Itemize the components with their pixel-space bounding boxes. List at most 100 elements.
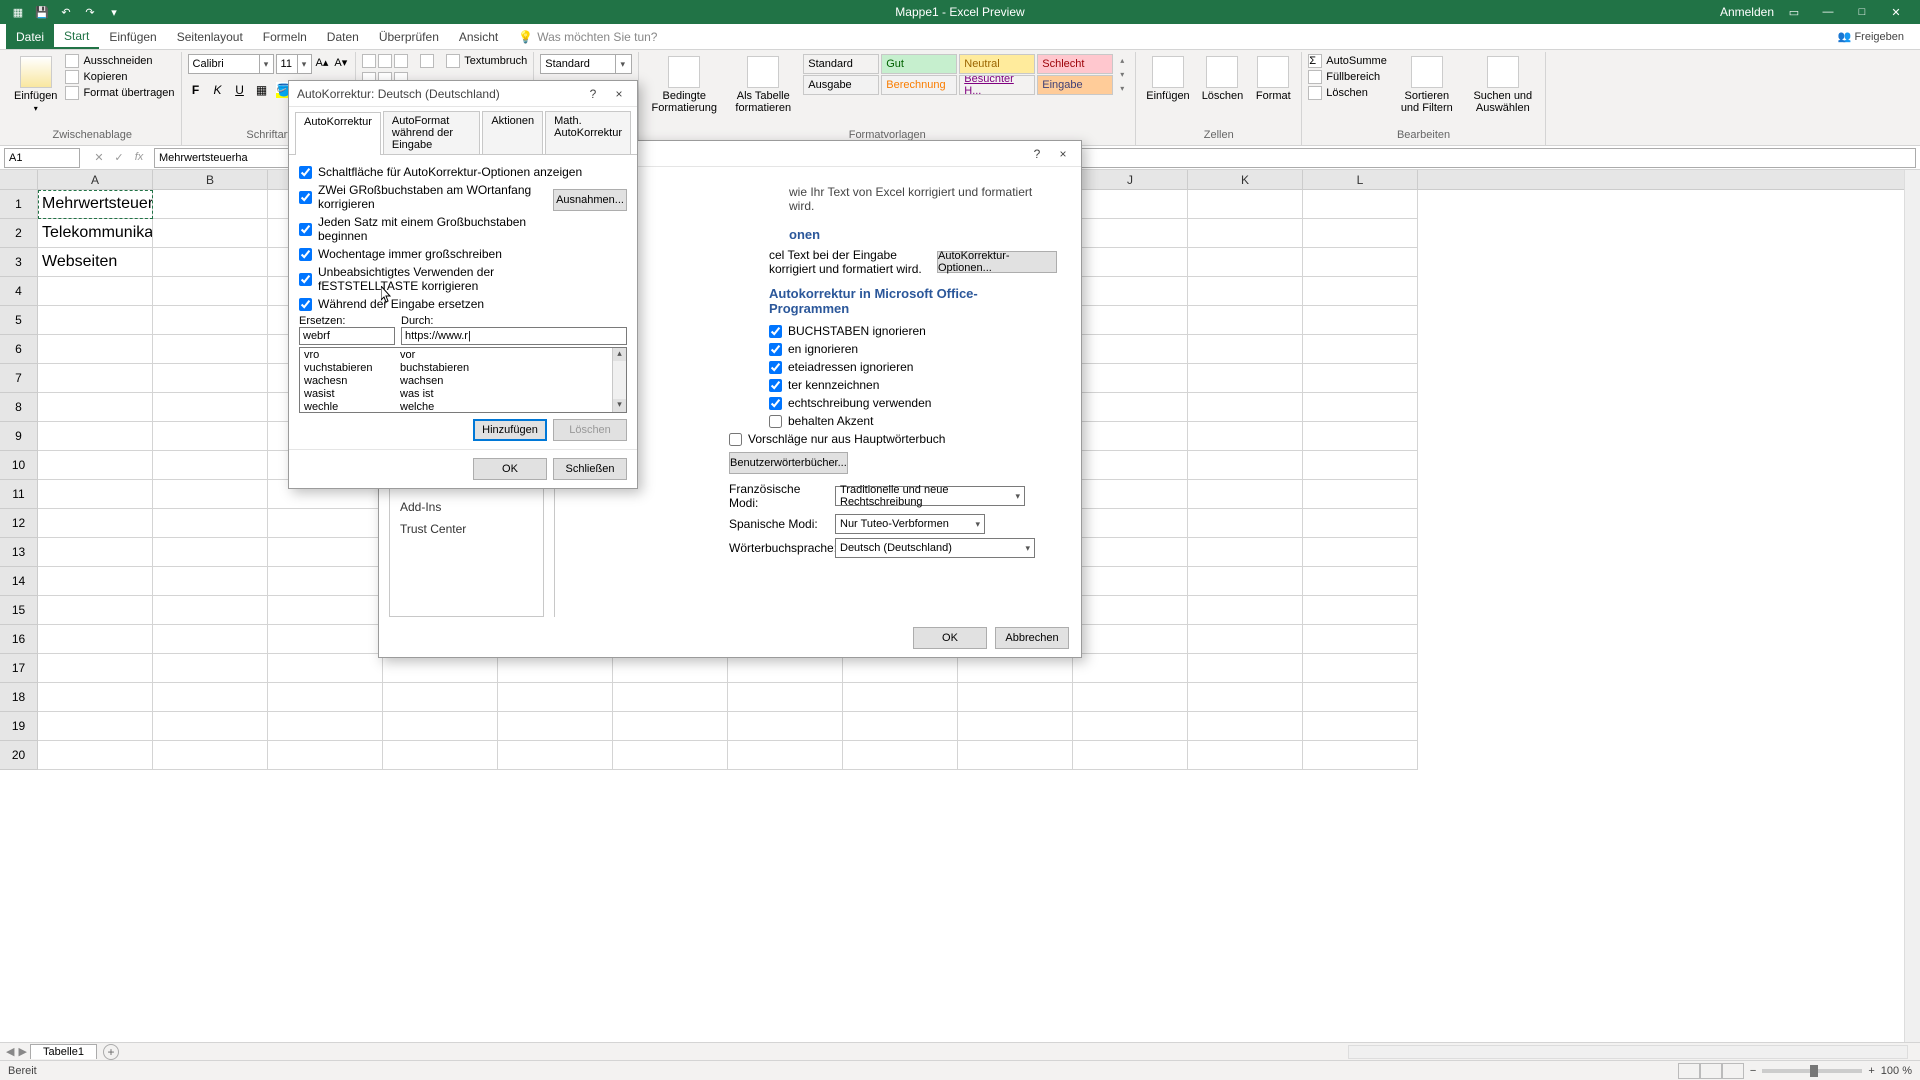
style-gallery-more[interactable]: ▴▾▾ [1115, 54, 1129, 95]
share-button[interactable]: 👥 Freigeben [1838, 30, 1904, 43]
cell[interactable] [153, 422, 268, 451]
cell[interactable] [1188, 335, 1303, 364]
zoom-in-icon[interactable]: + [1868, 1065, 1874, 1077]
options-ok-button[interactable]: OK [913, 627, 987, 649]
row-header[interactable]: 14 [0, 567, 38, 596]
options-close-button[interactable]: × [1053, 145, 1073, 163]
style-neutral[interactable]: Neutral [959, 54, 1035, 74]
french-mode-combo[interactable]: Traditionelle und neue Rechtschreibung▾ [835, 486, 1025, 506]
cell[interactable] [268, 712, 383, 741]
options-help-button[interactable]: ? [1027, 145, 1047, 163]
tab-review[interactable]: Überprüfen [369, 24, 449, 49]
cell[interactable] [38, 364, 153, 393]
options-cancel-button[interactable]: Abbrechen [995, 627, 1069, 649]
scroll-up-icon[interactable]: ▴ [613, 348, 626, 361]
minimize-icon[interactable]: — [1814, 2, 1842, 22]
autokorrektur-options-button[interactable]: AutoKorrektur-Optionen... [937, 251, 1057, 273]
cell[interactable] [1188, 654, 1303, 683]
cell[interactable] [1188, 422, 1303, 451]
cell[interactable] [38, 480, 153, 509]
cell[interactable] [1188, 248, 1303, 277]
redo-icon[interactable]: ↷ [82, 4, 98, 20]
cell[interactable] [1073, 393, 1188, 422]
cell[interactable] [1303, 364, 1418, 393]
font-name-combo[interactable]: ▾ [188, 54, 274, 74]
find-select-button[interactable]: Suchen und Auswählen [1467, 54, 1539, 116]
style-berechnung[interactable]: Berechnung [881, 75, 957, 95]
cell[interactable] [1188, 683, 1303, 712]
vertical-scrollbar[interactable] [1904, 170, 1920, 1042]
cell[interactable] [1188, 509, 1303, 538]
cell[interactable] [1073, 509, 1188, 538]
cell[interactable] [1073, 625, 1188, 654]
cell[interactable] [1303, 306, 1418, 335]
add-sheet-button[interactable]: + [103, 1044, 119, 1060]
cell[interactable] [268, 567, 383, 596]
view-normal-icon[interactable] [1678, 1063, 1700, 1079]
cell[interactable] [843, 654, 958, 683]
cell[interactable] [1073, 248, 1188, 277]
ak-close-button[interactable]: × [609, 85, 629, 103]
cell[interactable] [268, 596, 383, 625]
cell[interactable] [1303, 422, 1418, 451]
cell[interactable] [1303, 335, 1418, 364]
save-icon[interactable]: 💾 [34, 4, 50, 20]
signin-link[interactable]: Anmelden [1720, 5, 1774, 19]
ak-list-row[interactable]: wachesnwachsen [300, 374, 612, 387]
row-headers[interactable]: 1234567891011121314151617181920 [0, 190, 38, 770]
ak-list-row[interactable]: wasistwas ist [300, 387, 612, 400]
chk-numbers[interactable]: en ignorieren [769, 340, 1057, 358]
format-as-table-button[interactable]: Als Tabelle formatieren [727, 54, 799, 116]
cell[interactable] [1188, 306, 1303, 335]
cell[interactable] [1303, 567, 1418, 596]
cell[interactable] [1188, 625, 1303, 654]
tab-pagelayout[interactable]: Seitenlayout [167, 24, 253, 49]
row-header[interactable]: 3 [0, 248, 38, 277]
tell-me[interactable]: 💡 Was möchten Sie tun? [508, 24, 667, 49]
row-header[interactable]: 13 [0, 538, 38, 567]
cell[interactable] [1073, 364, 1188, 393]
ak-input-with[interactable] [401, 327, 627, 345]
cell[interactable] [1303, 190, 1418, 219]
cell[interactable] [383, 683, 498, 712]
cell[interactable] [153, 190, 268, 219]
clear-button[interactable]: Löschen [1308, 86, 1387, 100]
ak-add-button[interactable]: Hinzufügen [473, 419, 547, 441]
cell[interactable] [1073, 683, 1188, 712]
cell[interactable] [958, 683, 1073, 712]
view-pagebreak-icon[interactable] [1722, 1063, 1744, 1079]
cell[interactable] [383, 654, 498, 683]
font-size-combo[interactable]: ▾ [276, 54, 312, 74]
ak-tab-autoformat[interactable]: AutoFormat während der Eingabe [383, 111, 480, 154]
cell[interactable] [153, 683, 268, 712]
cell[interactable] [1188, 219, 1303, 248]
autosum-button[interactable]: ΣAutoSumme [1308, 54, 1387, 68]
tab-data[interactable]: Daten [317, 24, 369, 49]
row-header[interactable]: 2 [0, 219, 38, 248]
cell[interactable] [498, 741, 613, 770]
tab-view[interactable]: Ansicht [449, 24, 508, 49]
cell[interactable] [1073, 451, 1188, 480]
row-header[interactable]: 7 [0, 364, 38, 393]
shrink-font-icon[interactable]: A▾ [332, 54, 349, 74]
cell[interactable] [268, 625, 383, 654]
cell[interactable] [958, 741, 1073, 770]
row-header[interactable]: 4 [0, 277, 38, 306]
name-box[interactable]: A1 [4, 148, 80, 168]
cell[interactable] [38, 509, 153, 538]
cell[interactable] [1303, 683, 1418, 712]
cell[interactable] [1303, 741, 1418, 770]
cell[interactable] [38, 451, 153, 480]
column-header[interactable]: K [1188, 170, 1303, 189]
cell[interactable] [613, 654, 728, 683]
cell[interactable] [153, 480, 268, 509]
cell[interactable] [498, 683, 613, 712]
format-painter-button[interactable]: Format übertragen [65, 86, 174, 100]
align-bottom-icon[interactable] [394, 54, 408, 68]
cell[interactable] [1303, 596, 1418, 625]
underline-button[interactable]: U [232, 82, 248, 98]
fill-button[interactable]: Füllbereich [1308, 70, 1387, 84]
cell[interactable] [153, 509, 268, 538]
row-header[interactable]: 16 [0, 625, 38, 654]
cell[interactable] [843, 741, 958, 770]
